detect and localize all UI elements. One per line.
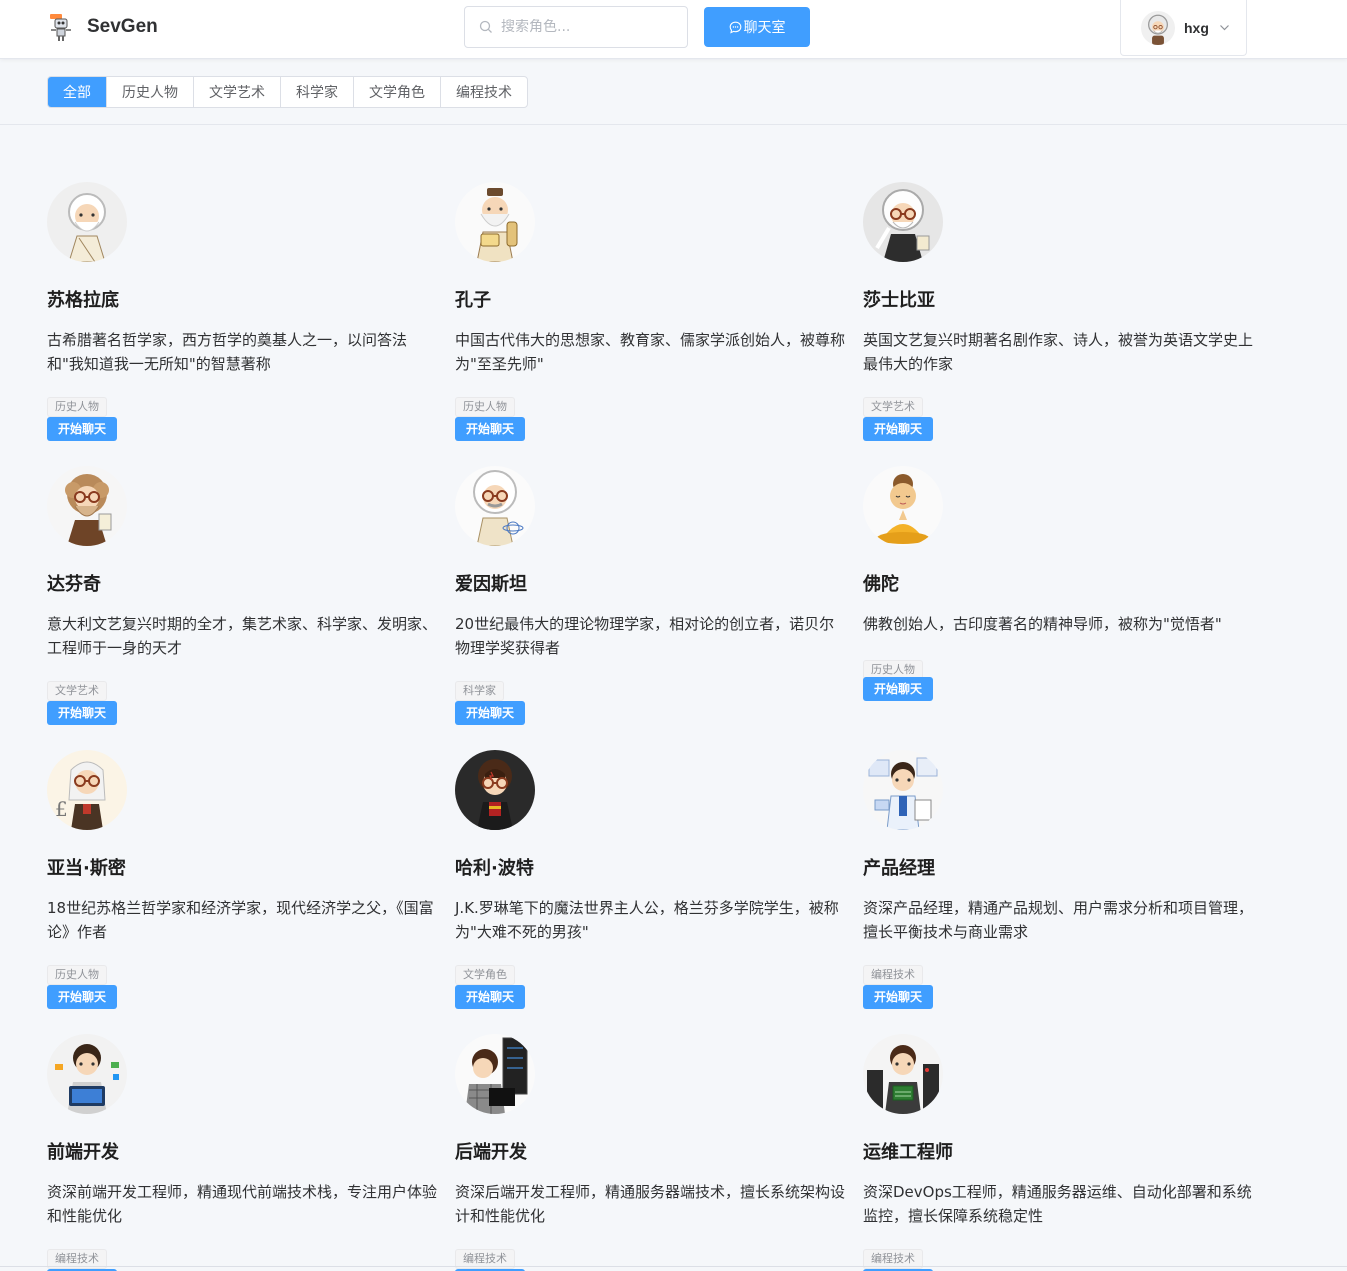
- character-description: 资深后端开发工程师，精通服务器端技术，擅长系统架构设计和性能优化: [455, 1183, 846, 1225]
- category-tag: 文学角色: [455, 965, 515, 985]
- character-description: 20世纪最伟大的理论物理学家，相对论的创立者，诺贝尔物理学奖获得者: [455, 615, 835, 657]
- character-name: 佛陀: [863, 574, 899, 595]
- character-avatar: [455, 182, 535, 262]
- character-card[interactable]: 爱因斯坦 20世纪最伟大的理论物理学家，相对论的创立者，诺贝尔物理学奖获得者科学家…: [455, 466, 845, 736]
- start-chat-button[interactable]: 开始聊天: [863, 677, 934, 701]
- character-avatar: [863, 1034, 943, 1114]
- character-card[interactable]: 达芬奇意大利文艺复兴时期的全才，集艺术家、科学家、发明家、工程师于一身的天才文学…: [47, 466, 437, 736]
- character-description: 中国古代伟大的思想家、教育家、儒家学派创始人，被尊称为"至圣先师": [455, 331, 846, 373]
- character-description: 佛教创始人，古印度著名的精神导师，被称为"觉悟者": [863, 615, 1222, 633]
- tab-programming[interactable]: 编程技术: [441, 77, 527, 107]
- tab-history[interactable]: 历史人物: [107, 77, 194, 107]
- category-tag: 历史人物: [47, 397, 107, 417]
- category-tag: 文学艺术: [863, 397, 923, 417]
- chatroom-button-label: 聊天室: [743, 19, 786, 35]
- start-chat-button[interactable]: 开始聊天: [47, 985, 118, 1009]
- character-description: 资深产品经理，精通产品规划、用户需求分析和项目管理，擅长平衡技术与商业需求: [863, 899, 1254, 941]
- divider: [0, 1266, 1347, 1267]
- character-description: 资深前端开发工程师，精通现代前端技术栈，专注用户体验和性能优化: [47, 1183, 438, 1225]
- category-tag: 科学家: [455, 681, 504, 701]
- character-avatar: [863, 466, 943, 546]
- tab-literary-character[interactable]: 文学角色: [354, 77, 441, 107]
- character-card[interactable]: 前端开发资深前端开发工程师，精通现代前端技术栈，专注用户体验和性能优化编程技术开…: [47, 1034, 437, 1271]
- start-chat-button[interactable]: 开始聊天: [47, 417, 118, 441]
- character-name: 哈利·波特: [455, 858, 534, 879]
- character-avatar: [47, 1034, 127, 1114]
- user-avatar: [1141, 10, 1175, 45]
- character-avatar: [47, 182, 127, 262]
- character-avatar: [863, 182, 943, 262]
- character-name: 莎士比亚: [863, 290, 935, 311]
- chevron-down-icon: [1219, 25, 1229, 31]
- start-chat-button[interactable]: 开始聊天: [863, 417, 934, 441]
- top-navbar: SevGen 聊天室 hxg: [0, 0, 1347, 59]
- chatroom-button[interactable]: 聊天室: [704, 7, 810, 47]
- character-card[interactable]: 哈利·波特 J.K.罗琳笔下的魔法世界主人公，格兰芬多学院学生，被称为"大难不死的…: [455, 750, 845, 1020]
- character-name: 前端开发: [47, 1142, 119, 1163]
- tab-scientist[interactable]: 科学家: [281, 77, 354, 107]
- character-description: J.K.罗琳笔下的魔法世界主人公，格兰芬多学院学生，被称为"大难不死的男孩": [455, 899, 839, 941]
- search-input[interactable]: [501, 19, 681, 35]
- category-tag: 历史人物: [455, 397, 515, 417]
- username: hxg: [1184, 19, 1209, 36]
- chat-bubble-icon: [729, 21, 741, 34]
- character-name: 运维工程师: [863, 1142, 953, 1163]
- character-name: 爱因斯坦: [455, 574, 527, 595]
- search-box[interactable]: [464, 6, 688, 48]
- character-avatar: [455, 750, 535, 830]
- character-description: 英国文艺复兴时期著名剧作家、诗人，被誉为英语文学史上最伟大的作家: [863, 331, 1254, 373]
- category-tag: 编程技术: [863, 965, 923, 985]
- start-chat-button[interactable]: 开始聊天: [863, 985, 934, 1009]
- tab-literature-art[interactable]: 文学艺术: [194, 77, 281, 107]
- character-name: 达芬奇: [47, 574, 101, 595]
- character-avatar: [455, 466, 535, 546]
- character-card[interactable]: 运维工程师资深DevOps工程师，精通服务器运维、自动化部署和系统监控，擅长保障…: [863, 1034, 1253, 1271]
- app-name: SevGen: [87, 16, 158, 37]
- search-icon: [479, 20, 492, 33]
- character-description: 意大利文艺复兴时期的全才，集艺术家、科学家、发明家、工程师于一身的天才: [47, 615, 438, 657]
- start-chat-button[interactable]: 开始聊天: [47, 701, 118, 725]
- character-avatar: [47, 466, 127, 546]
- start-chat-button[interactable]: 开始聊天: [455, 701, 526, 725]
- character-description: 古希腊著名哲学家，西方哲学的奠基人之一，以问答法和"我知道我一无所知"的智慧著称: [47, 331, 408, 373]
- character-card[interactable]: 佛陀 佛教创始人，古印度著名的精神导师，被称为"觉悟者" 历史人物 开始聊天: [863, 466, 1253, 736]
- character-card[interactable]: 产品经理资深产品经理，精通产品规划、用户需求分析和项目管理，擅长平衡技术与商业需…: [863, 750, 1253, 1020]
- character-avatar: [863, 750, 943, 830]
- category-filter-bar: 全部 历史人物 文学艺术 科学家 文学角色 编程技术: [0, 60, 1347, 125]
- category-tabs: 全部 历史人物 文学艺术 科学家 文学角色 编程技术: [47, 76, 528, 108]
- svg-text:£: £: [55, 797, 68, 821]
- character-name: 亚当·斯密: [47, 858, 126, 879]
- character-description: 资深DevOps工程师，精通服务器运维、自动化部署和系统监控，擅长保障系统稳定性: [863, 1183, 1252, 1225]
- category-tag: 历史人物: [47, 965, 107, 985]
- tab-all[interactable]: 全部: [48, 77, 107, 107]
- character-card[interactable]: 后端开发 资深后端开发工程师，精通服务器端技术，擅长系统架构设计和性能优化 编程技术…: [455, 1034, 845, 1271]
- character-description: 18世纪苏格兰哲学家和经济学家，现代经济学之父，《国富论》作者: [47, 899, 434, 941]
- character-avatar: £: [47, 750, 127, 830]
- character-name: 苏格拉底: [47, 290, 119, 311]
- logo[interactable]: SevGen: [47, 12, 158, 42]
- character-card[interactable]: £ 亚当·斯密 18世纪苏格兰哲学家和经济学家，现代经济学之父，《国富论》作者历史人…: [47, 750, 437, 1020]
- character-card[interactable]: 苏格拉底古希腊著名哲学家，西方哲学的奠基人之一，以问答法和"我知道我一无所知"的…: [47, 182, 437, 452]
- character-name: 孔子: [455, 290, 491, 311]
- character-avatar: [455, 1034, 535, 1114]
- user-menu[interactable]: hxg: [1120, 0, 1247, 56]
- character-name: 后端开发: [455, 1142, 527, 1163]
- start-chat-button[interactable]: 开始聊天: [455, 985, 526, 1009]
- start-chat-button[interactable]: 开始聊天: [455, 417, 526, 441]
- robot-logo-icon: [50, 14, 71, 41]
- character-card[interactable]: 孔子中国古代伟大的思想家、教育家、儒家学派创始人，被尊称为"至圣先师" 历史人物开…: [455, 182, 845, 452]
- character-name: 产品经理: [863, 858, 935, 879]
- category-tag: 文学艺术: [47, 681, 107, 701]
- character-card[interactable]: 莎士比亚英国文艺复兴时期著名剧作家、诗人，被誉为英语文学史上最伟大的作家文学艺术…: [863, 182, 1253, 452]
